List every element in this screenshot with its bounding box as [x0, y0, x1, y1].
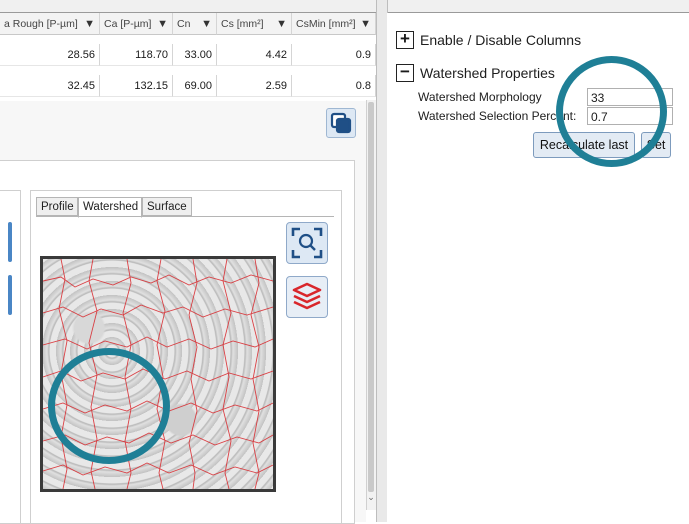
column-header-label: Ca [P-µm]: [104, 18, 152, 30]
column-header-cs[interactable]: Cs [mm²] ▼: [217, 13, 292, 35]
table-cell[interactable]: 69.00: [173, 75, 217, 97]
tab-divider: [36, 216, 334, 217]
table-cell[interactable]: 132.15: [100, 75, 173, 97]
filter-icon[interactable]: ▼: [157, 13, 168, 34]
column-header-label: a Rough [P-µm]: [4, 18, 78, 30]
zoom-fit-button[interactable]: [286, 222, 328, 264]
filter-icon[interactable]: ▼: [201, 13, 212, 34]
column-header-rough[interactable]: a Rough [P-µm] ▼: [0, 13, 100, 35]
column-header-label: CsMin [mm²]: [296, 18, 356, 30]
plus-icon[interactable]: +: [396, 30, 414, 49]
table-cell[interactable]: 118.70: [100, 44, 173, 66]
zoom-fit-icon: [291, 227, 323, 259]
column-header-label: Cs [mm²]: [221, 18, 264, 30]
set-button[interactable]: Set: [641, 132, 671, 158]
table-cell[interactable]: 32.45: [0, 75, 100, 97]
table-cell[interactable]: 2.59: [217, 75, 292, 97]
results-table: a Rough [P-µm] ▼ Ca [P-µm] ▼ Cn ▼ Cs [mm…: [0, 13, 376, 102]
enable-disable-columns-label[interactable]: Enable / Disable Columns: [420, 32, 581, 48]
column-header-cn[interactable]: Cn ▼: [173, 13, 217, 35]
tab-profile[interactable]: Profile: [36, 197, 78, 216]
watershed-selection-field[interactable]: 0.7: [587, 107, 673, 125]
copy-button[interactable]: [326, 108, 356, 138]
tab-watershed[interactable]: Watershed: [78, 197, 142, 218]
column-header-ca[interactable]: Ca [P-µm] ▼: [100, 13, 173, 35]
scrollbar-thumb[interactable]: [368, 102, 374, 492]
layers-icon: [292, 282, 322, 310]
table-cell[interactable]: 28.56: [0, 44, 100, 66]
column-header-csmin[interactable]: CsMin [mm²] ▼: [292, 13, 376, 35]
copy-icon: [330, 112, 352, 134]
scroll-down-arrow[interactable]: ⌄: [367, 492, 375, 502]
filter-icon[interactable]: ▼: [84, 13, 95, 34]
recalculate-last-button[interactable]: Recalculate last: [533, 132, 635, 158]
left-side-tool[interactable]: [8, 275, 12, 315]
watershed-properties-header: Watershed Properties: [420, 65, 555, 81]
tab-surface[interactable]: Surface: [142, 197, 192, 216]
table-cell[interactable]: 4.42: [217, 44, 292, 66]
watershed-morphology-field[interactable]: 33: [587, 88, 673, 106]
table-cell[interactable]: 0.9: [292, 44, 376, 66]
filter-icon[interactable]: ▼: [360, 13, 371, 34]
left-side-tool[interactable]: [8, 222, 12, 262]
minus-icon[interactable]: −: [396, 63, 414, 82]
watershed-segmentation-lines: [43, 259, 273, 489]
filter-icon[interactable]: ▼: [276, 13, 287, 34]
top-strip: [0, 0, 689, 13]
watershed-morphology-label: Watershed Morphology: [418, 90, 542, 104]
watershed-selection-label: Watershed Selection Percent:: [418, 109, 577, 123]
watershed-image[interactable]: [40, 256, 276, 492]
table-cell[interactable]: 0.8: [292, 75, 376, 97]
layers-button[interactable]: [286, 276, 328, 318]
table-cell[interactable]: 33.00: [173, 44, 217, 66]
column-header-label: Cn: [177, 18, 191, 30]
